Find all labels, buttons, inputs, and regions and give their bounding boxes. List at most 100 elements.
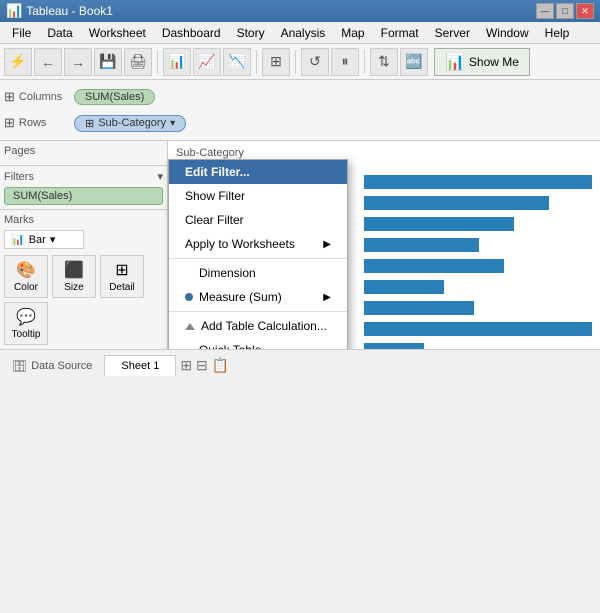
toolbar-chart2[interactable]: 📈	[193, 48, 221, 76]
bar-fill-0	[364, 175, 592, 189]
minimize-button[interactable]: —	[536, 3, 554, 19]
toolbar-print[interactable]: 🖨	[124, 48, 152, 76]
toolbar-filter[interactable]: ⊞	[262, 48, 290, 76]
filters-section: Filters ▾ SUM(Sales)	[0, 166, 167, 210]
filters-dropdown-icon[interactable]: ▾	[157, 170, 163, 183]
bar-fill-4	[364, 259, 504, 273]
rows-dropdown-arrow[interactable]: ▾	[170, 118, 175, 129]
bar-fill-5	[364, 280, 444, 294]
toolbar-back[interactable]: ←	[34, 48, 62, 76]
context-edit-filter[interactable]: Edit Filter...	[169, 160, 347, 184]
context-apply-worksheets[interactable]: Apply to Worksheets ▶	[169, 232, 347, 256]
toolbar-chart1[interactable]: 📊	[163, 48, 191, 76]
color-button[interactable]: 🎨 Color	[4, 255, 48, 298]
separator-1	[169, 258, 347, 259]
context-measure-sum[interactable]: Measure (Sum) ▶	[169, 285, 347, 309]
measure-sum-label: Measure (Sum)	[199, 290, 282, 304]
toolbar-new[interactable]: ⚡	[4, 48, 32, 76]
apply-worksheets-label: Apply to Worksheets	[185, 237, 295, 251]
toolbar-labels[interactable]: 🔤	[400, 48, 428, 76]
marks-type-label: Bar	[29, 234, 46, 246]
context-show-filter[interactable]: Show Filter	[169, 184, 347, 208]
marks-type-arrow: ▾	[50, 233, 56, 246]
sheet-icons: ⊞ ⊟ 📋	[180, 357, 229, 374]
pages-section: Pages	[0, 141, 167, 166]
apply-worksheets-arrow: ▶	[323, 239, 331, 250]
detail-icon: ⊞	[115, 260, 128, 280]
toolbar-forward[interactable]: →	[64, 48, 92, 76]
size-button[interactable]: ⬛ Size	[52, 255, 96, 298]
menu-file[interactable]: File	[4, 24, 39, 42]
context-dimension[interactable]: Dimension	[169, 261, 347, 285]
bar-chart-icon: 📊	[11, 233, 25, 246]
datasource-tab[interactable]: 🗄 Data Source	[0, 355, 104, 377]
toolbar-save[interactable]: 💾	[94, 48, 122, 76]
add-table-calc-label: Add Table Calculation...	[201, 319, 327, 333]
bar-row-0	[364, 173, 592, 191]
sheet1-tab[interactable]: Sheet 1	[104, 355, 176, 376]
menu-dashboard[interactable]: Dashboard	[154, 24, 229, 42]
bar-chart: $0 $50,000 $100,000 $150,000 $200,000 Sa…	[360, 165, 596, 329]
table-calc-triangle-icon	[185, 323, 195, 330]
marks-type-selector[interactable]: 📊 Bar ▾	[4, 230, 84, 249]
filters-title: Filters ▾	[4, 170, 163, 183]
toolbar-chart3[interactable]: 📉	[223, 48, 251, 76]
quick-table-calc-label: Quick Table Calculation	[199, 343, 323, 349]
new-dashboard-icon[interactable]: ⊟	[196, 357, 208, 374]
window-controls: — □ ✕	[536, 3, 594, 19]
marks-section: Marks 📊 Bar ▾ 🎨 Color ⬛ Size ⊞ Detail	[0, 210, 167, 349]
context-clear-filter[interactable]: Clear Filter	[169, 208, 347, 232]
sep1	[157, 50, 158, 74]
bar-fill-8	[364, 343, 424, 349]
left-panel: Pages Filters ▾ SUM(Sales) Marks 📊 Bar ▾…	[0, 141, 168, 349]
rows-pill[interactable]: ⊞ Sub-Category ▾	[74, 115, 186, 132]
new-sheet-icon[interactable]: ⊞	[180, 357, 192, 374]
columns-shelf: ⊞ Columns SUM(Sales)	[0, 84, 600, 110]
filter-pill[interactable]: SUM(Sales)	[4, 187, 163, 205]
separator-2	[169, 311, 347, 312]
title-bar: 📊 Tableau - Book1 — □ ✕	[0, 0, 600, 22]
bar-fill-2	[364, 217, 514, 231]
menu-server[interactable]: Server	[427, 24, 478, 42]
toolbar-sort[interactable]: ⇅	[370, 48, 398, 76]
menu-window[interactable]: Window	[478, 24, 537, 42]
show-me-button[interactable]: 📊 Show Me	[434, 48, 530, 76]
bar-row-6	[364, 299, 592, 317]
rows-hash-icon: ⊞	[85, 117, 94, 130]
columns-label: ⊞ Columns	[4, 89, 74, 105]
tooltip-button[interactable]: 💬 Tooltip	[4, 302, 48, 345]
menu-story[interactable]: Story	[229, 24, 273, 42]
dimension-label: Dimension	[199, 266, 256, 280]
menu-map[interactable]: Map	[333, 24, 372, 42]
menu-worksheet[interactable]: Worksheet	[81, 24, 154, 42]
toolbar-pause[interactable]: ⏸	[331, 48, 359, 76]
detail-button[interactable]: ⊞ Detail	[100, 255, 144, 298]
columns-pill[interactable]: SUM(Sales)	[74, 89, 155, 105]
size-icon: ⬛	[64, 260, 84, 280]
sep2	[256, 50, 257, 74]
menu-analysis[interactable]: Analysis	[273, 24, 334, 42]
bar-row-5	[364, 278, 592, 296]
close-button[interactable]: ✕	[576, 3, 594, 19]
menu-format[interactable]: Format	[373, 24, 427, 42]
new-story-icon[interactable]: 📋	[212, 357, 229, 374]
rows-shelf: ⊞ Rows ⊞ Sub-Category ▾	[0, 110, 600, 136]
show-filter-label: Show Filter	[185, 189, 245, 203]
show-me-icon: 📊	[445, 52, 465, 72]
context-menu: Edit Filter... Show Filter Clear Filter …	[168, 159, 348, 349]
context-quick-table-calc[interactable]: Quick Table Calculation ▶	[169, 338, 347, 349]
rows-label: ⊞ Rows	[4, 115, 74, 131]
marks-title: Marks	[4, 214, 163, 226]
toolbar-refresh[interactable]: ↺	[301, 48, 329, 76]
bar-fill-6	[364, 301, 474, 315]
menu-data[interactable]: Data	[39, 24, 80, 42]
edit-filter-label: Edit Filter...	[185, 165, 250, 179]
context-add-table-calc[interactable]: Add Table Calculation...	[169, 314, 347, 338]
menu-help[interactable]: Help	[537, 24, 578, 42]
bar-row-3	[364, 236, 592, 254]
maximize-button[interactable]: □	[556, 3, 574, 19]
color-icon: 🎨	[16, 260, 36, 280]
tooltip-icon: 💬	[16, 307, 36, 327]
datasource-label: Data Source	[31, 360, 92, 372]
measure-sum-arrow: ▶	[323, 292, 331, 303]
